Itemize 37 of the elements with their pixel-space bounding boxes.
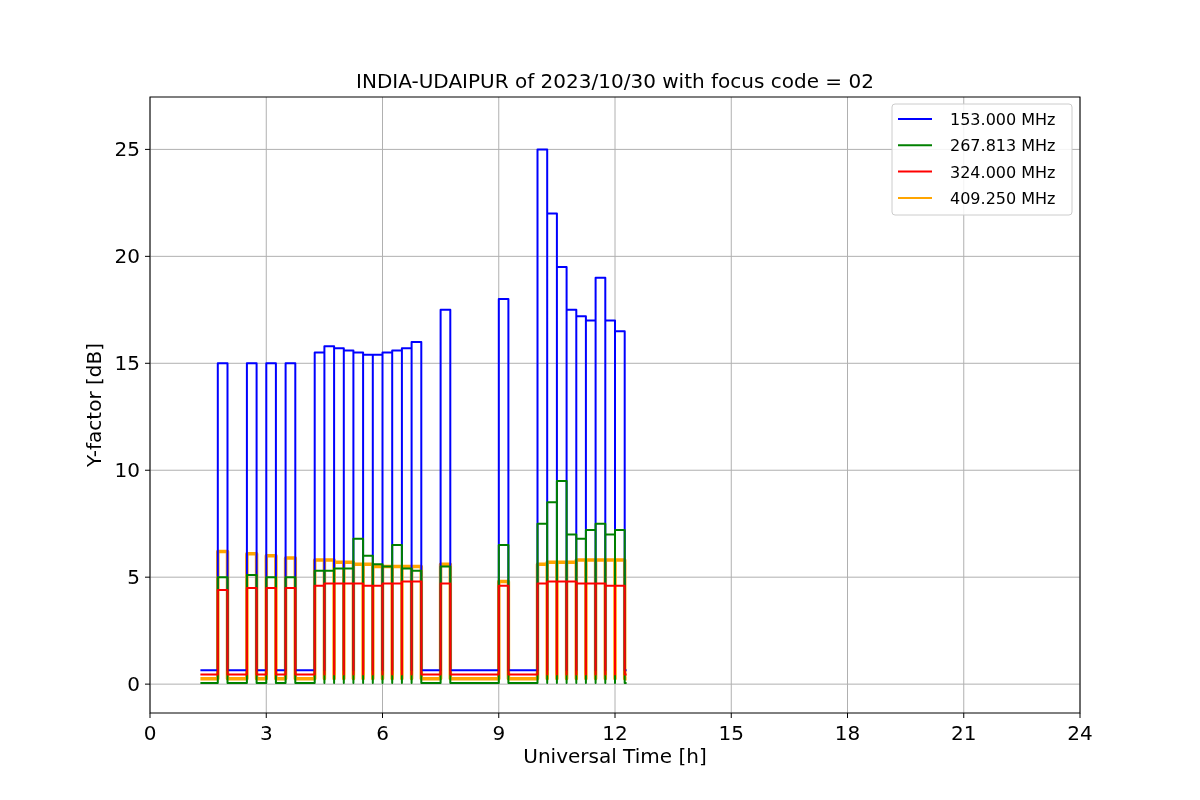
tick-mark xyxy=(614,712,616,719)
tick-mark xyxy=(498,712,500,719)
y-axis-label: Y-factor [dB] xyxy=(82,343,106,467)
x-tick-label: 0 xyxy=(143,721,157,745)
legend-label: 324.000 MHz xyxy=(950,162,1056,182)
tick-mark xyxy=(963,712,965,719)
x-tick-label: 6 xyxy=(376,721,389,745)
legend-label: 153.000 MHz xyxy=(950,110,1056,129)
x-tick-label: 24 xyxy=(1067,721,1093,745)
y-tick-label: 25 xyxy=(114,137,140,162)
tick-mark xyxy=(730,712,732,719)
y-tick-label: 15 xyxy=(114,351,140,376)
legend-label: 409.250 MHz xyxy=(950,188,1056,208)
x-tick-label: 15 xyxy=(718,721,744,745)
x-tick-label: 9 xyxy=(492,721,506,745)
tick-mark xyxy=(144,255,151,257)
tick-mark xyxy=(144,683,151,685)
legend-label: 267.813 MHz xyxy=(950,136,1056,156)
x-tick-label: 18 xyxy=(834,721,861,745)
tick-mark xyxy=(144,576,151,578)
y-tick-label: 5 xyxy=(127,565,140,590)
x-tick-label: 21 xyxy=(951,721,977,745)
tick-mark xyxy=(144,148,151,150)
tick-mark xyxy=(382,712,383,719)
tick-mark xyxy=(1079,712,1081,719)
tick-mark xyxy=(149,712,151,719)
y-tick-label: 20 xyxy=(114,244,140,269)
y-tick-label: 10 xyxy=(114,458,140,483)
tick-mark xyxy=(144,362,151,364)
tick-mark xyxy=(144,469,151,471)
y-tick-label: 0 xyxy=(127,672,140,697)
tick-mark xyxy=(847,712,848,719)
chart-title: INDIA-UDAIPUR of 2023/10/30 with focus code = 02 xyxy=(356,69,874,93)
tick-mark xyxy=(265,712,267,719)
x-tick-label: 12 xyxy=(602,721,628,745)
x-axis-label: Universal Time [h] xyxy=(523,744,707,768)
x-tick-label: 3 xyxy=(259,721,273,745)
